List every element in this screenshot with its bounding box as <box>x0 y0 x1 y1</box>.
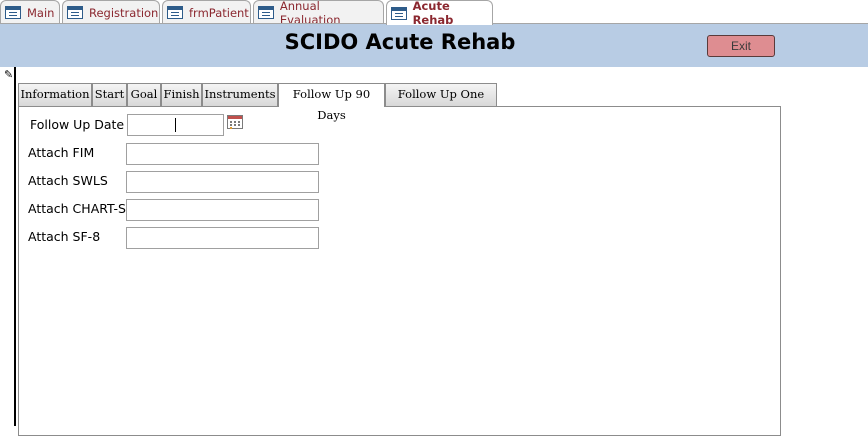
document-tab-bar: Main Registration frmPatient Annual Eval… <box>0 0 868 27</box>
doc-tab-label: frmPatient <box>189 5 249 20</box>
attach-sf8-field[interactable] <box>126 227 319 249</box>
attach-swls-label: Attach SWLS <box>28 173 108 188</box>
attach-fim-label: Attach FIM <box>28 145 95 160</box>
tab-goal[interactable]: Goal <box>127 83 161 106</box>
tab-follow-up-one-year[interactable]: Follow Up One Year <box>385 83 497 122</box>
doc-tab-frmpatient[interactable]: frmPatient <box>162 0 251 24</box>
form-tab-strip: Information Start Goal Finish Instrument… <box>18 83 778 122</box>
follow-up-date-label: Follow Up Date <box>30 117 125 132</box>
exit-button[interactable]: Exit <box>707 35 775 57</box>
doc-tab-label: Main <box>27 5 55 20</box>
doc-tab-registration[interactable]: Registration <box>62 0 160 24</box>
record-selector[interactable]: ✎ <box>0 67 16 426</box>
attach-sf8-label: Attach SF-8 <box>28 229 101 244</box>
attach-swls-field[interactable] <box>126 171 319 193</box>
form-icon <box>258 6 274 19</box>
calendar-icon[interactable] <box>227 115 243 129</box>
tab-start[interactable]: Start <box>92 83 127 106</box>
tab-follow-up-90-days[interactable]: Follow Up 90 Days <box>278 83 385 122</box>
doc-tab-label: Annual Evaluation <box>279 0 341 27</box>
doc-tab-annual-evaluation[interactable]: Annual Evaluation <box>253 0 384 27</box>
page-title: SCIDO Acute Rehab <box>284 30 516 54</box>
doc-tab-main[interactable]: Main <box>0 0 60 24</box>
form-icon <box>391 6 407 20</box>
form-icon <box>167 6 183 19</box>
tab-information[interactable]: Information <box>18 83 92 106</box>
doc-tab-label: Acute Rehab <box>412 0 454 27</box>
form-icon <box>67 6 83 19</box>
doc-tab-acute-rehab[interactable]: Acute Rehab <box>386 0 493 27</box>
form-header: SCIDO Acute Rehab Exit <box>0 24 868 67</box>
tab-finish[interactable]: Finish <box>161 83 202 106</box>
follow-up-date-input[interactable] <box>127 114 224 136</box>
attach-chart-s-label: Attach CHART-S <box>28 201 126 216</box>
pencil-icon: ✎ <box>4 68 14 81</box>
tab-instruments[interactable]: Instruments <box>202 83 278 106</box>
doc-tab-label: Registration <box>89 5 159 20</box>
text-caret <box>175 118 176 132</box>
attach-fim-field[interactable] <box>126 143 319 165</box>
form-icon <box>5 6 21 19</box>
attach-chart-s-field[interactable] <box>126 199 319 221</box>
